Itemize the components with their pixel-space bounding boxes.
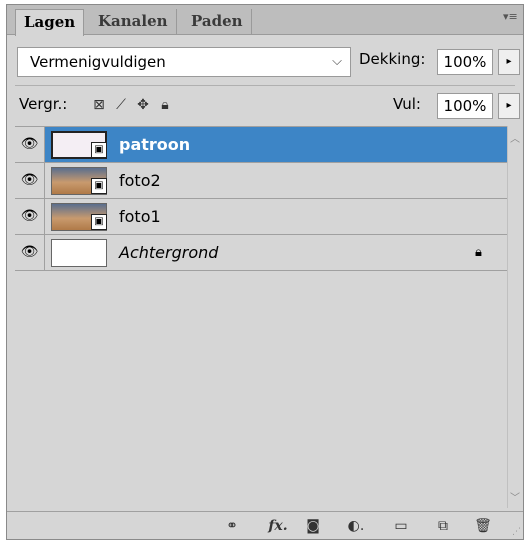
fill-label: Vul:: [393, 95, 421, 113]
lock-icon: 🔒︎: [475, 245, 482, 260]
panel-menu-icon[interactable]: ▾≡: [503, 11, 518, 25]
layer-name[interactable]: patroon: [119, 127, 190, 162]
layer-row-patroon[interactable]: 👁︎ ▣ patroon: [15, 127, 507, 163]
smart-object-icon: ▣: [91, 142, 107, 158]
layer-thumbnail: [51, 239, 107, 267]
link-layers-icon[interactable]: ⚭: [221, 516, 243, 536]
layer-list: 👁︎ ▣ patroon 👁︎ ▣ foto2 👁︎ ▣ foto1 👁︎ Ac…: [15, 126, 507, 508]
lock-icons: ⊠ ⟋ ✥ 🔒︎: [91, 95, 173, 115]
tab-lagen[interactable]: Lagen: [15, 9, 85, 36]
eye-icon[interactable]: 👁︎: [15, 235, 45, 270]
adjustment-layer-icon[interactable]: ◐.: [345, 516, 367, 536]
chevron-down-icon: ⌵: [332, 54, 342, 69]
divider: [15, 85, 515, 86]
new-group-icon[interactable]: ▭: [391, 516, 411, 536]
tab-paden[interactable]: Paden: [183, 9, 252, 35]
lock-position-icon[interactable]: ✥: [135, 97, 151, 113]
layer-row-foto2[interactable]: 👁︎ ▣ foto2: [15, 163, 507, 199]
layers-panel: Lagen Kanalen Paden ▾≡ Vermenigvuldigen …: [6, 4, 524, 540]
lock-all-icon[interactable]: 🔒︎: [157, 97, 173, 113]
opacity-slider-button[interactable]: ▸: [498, 49, 520, 75]
smart-object-icon: ▣: [91, 178, 107, 194]
tab-bar: Lagen Kanalen Paden ▾≡: [7, 5, 523, 36]
opacity-input[interactable]: 100%: [437, 49, 493, 75]
scroll-down-icon[interactable]: ﹀: [510, 489, 520, 504]
bottom-toolbar: ⚭ fx. ◙ ◐. ▭ ⧉ 🗑︎ ⋰: [7, 511, 523, 539]
new-layer-icon[interactable]: ⧉: [433, 516, 453, 536]
eye-icon[interactable]: 👁︎: [15, 199, 45, 234]
scroll-up-icon[interactable]: ︿: [510, 130, 520, 145]
layer-name[interactable]: Achtergrond: [119, 235, 218, 270]
eye-icon[interactable]: 👁︎: [15, 127, 45, 162]
blend-mode-select[interactable]: Vermenigvuldigen ⌵: [17, 47, 351, 77]
layer-mask-icon[interactable]: ◙: [304, 516, 322, 536]
smart-object-icon: ▣: [91, 214, 107, 230]
opacity-label: Dekking:: [359, 50, 426, 68]
eye-icon[interactable]: 👁︎: [15, 163, 45, 198]
layer-name[interactable]: foto1: [119, 199, 161, 234]
fill-input[interactable]: 100%: [437, 93, 493, 119]
lock-label: Vergr.:: [19, 95, 68, 113]
lock-transparent-icon[interactable]: ⊠: [91, 97, 107, 113]
layer-row-foto1[interactable]: 👁︎ ▣ foto1: [15, 199, 507, 235]
layer-name[interactable]: foto2: [119, 163, 161, 198]
resize-grip-icon[interactable]: ⋰: [512, 527, 521, 537]
fx-icon[interactable]: fx.: [265, 516, 291, 536]
scrollbar[interactable]: ︿ ﹀: [507, 126, 523, 508]
lock-pixels-icon[interactable]: ⟋: [113, 97, 129, 113]
fill-slider-button[interactable]: ▸: [498, 93, 520, 119]
trash-icon[interactable]: 🗑︎: [473, 516, 493, 536]
blend-mode-value: Vermenigvuldigen: [30, 53, 166, 71]
layer-row-achtergrond[interactable]: 👁︎ Achtergrond 🔒︎: [15, 235, 507, 271]
tab-kanalen[interactable]: Kanalen: [90, 9, 177, 35]
